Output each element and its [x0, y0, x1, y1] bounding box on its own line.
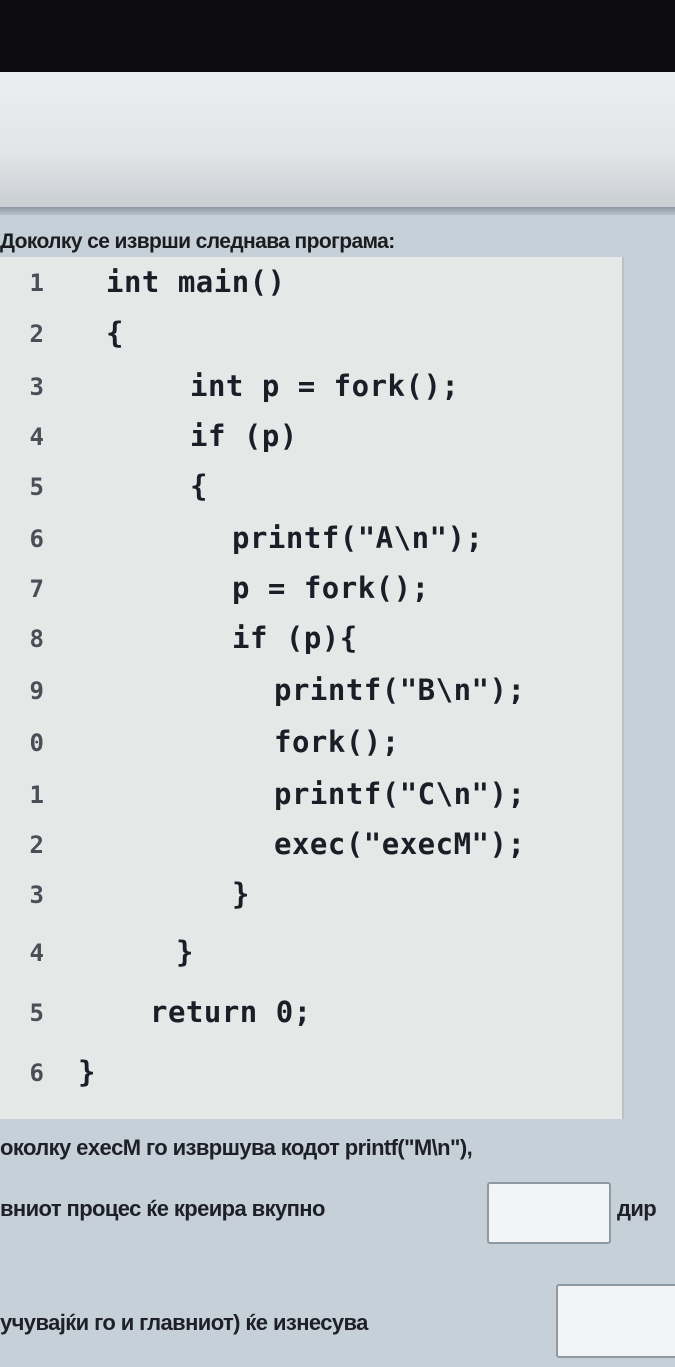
code-text: printf("B\n"); — [274, 673, 526, 707]
line-number: 5 — [29, 473, 44, 501]
line-number: 0 — [29, 729, 44, 757]
screen: Доколку се изврши следнава програма: 1 in… — [0, 72, 675, 1367]
line-number: 7 — [29, 575, 44, 603]
line-number: 5 — [29, 999, 44, 1027]
line-number: 1 — [29, 781, 44, 809]
line-number: 4 — [29, 939, 44, 967]
code-text: } — [176, 935, 194, 969]
code-text: int p = fork(); — [190, 369, 460, 403]
code-text: exec("execM"); — [274, 827, 526, 861]
question-line-2-suffix: дир — [617, 1196, 657, 1221]
line-number: 4 — [29, 423, 44, 451]
browser-top-area — [0, 72, 675, 207]
code-text: { — [106, 316, 124, 350]
code-text: printf("A\n"); — [232, 521, 484, 555]
line-number: 3 — [29, 373, 44, 401]
line-number: 6 — [29, 525, 44, 553]
line-number: 3 — [29, 881, 44, 909]
code-text: int main() — [106, 265, 286, 299]
code-text: } — [78, 1055, 96, 1089]
code-text: } — [232, 877, 250, 911]
code-text: fork(); — [274, 725, 400, 759]
answer-input-1[interactable] — [487, 1182, 611, 1244]
answer-input-2[interactable] — [556, 1284, 675, 1358]
header-divider — [0, 207, 675, 215]
line-number: 2 — [29, 831, 44, 859]
question-line-1: околку execM го извршува кодот printf("M… — [0, 1135, 473, 1160]
line-number: 2 — [29, 320, 44, 348]
code-text: return 0; — [150, 995, 312, 1029]
line-number: 9 — [29, 677, 44, 705]
line-number: 1 — [29, 269, 44, 297]
code-text: if (p) — [190, 419, 298, 453]
code-block: 1 int main() 2 {3 int p = fork(); 4 if (p) 5 {6 p… — [0, 257, 624, 1119]
question-intro: Доколку се изврши следнава програма: — [0, 230, 395, 253]
code-text: { — [190, 469, 208, 503]
code-text: printf("C\n"); — [274, 777, 526, 811]
code-text: p = fork(); — [232, 571, 430, 605]
code-text: if (p){ — [232, 621, 358, 655]
line-number: 8 — [29, 625, 44, 653]
question-line-3-prefix: учувајќи го и главниот) ќе изнесува — [0, 1310, 368, 1335]
line-number: 6 — [29, 1059, 44, 1087]
question-line-2-prefix: вниот процес ќе креира вкупно — [0, 1196, 325, 1221]
